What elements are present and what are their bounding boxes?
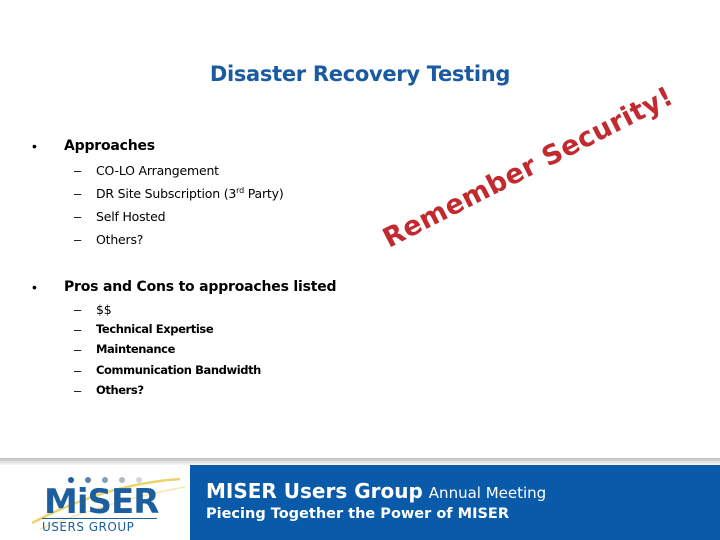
bullet-text: Pros and Cons to approaches listed [64,279,337,295]
subitem-text: Technical Expertise [96,322,214,336]
subitem-text-part: Party) [243,186,284,201]
footer-headline-row: MISER Users Group Annual Meeting [206,479,546,503]
dash-marker: – [74,209,82,224]
subitem-text: DR Site Subscription (3rd Party) [96,186,284,201]
footer-blue-band: MISER Users Group Annual Meeting Piecing … [190,465,720,540]
dash-marker: – [74,163,82,178]
superscript: rd [236,186,244,195]
logo-subtitle: USERS GROUP [42,520,135,534]
dash-marker: – [74,383,82,398]
subitem-text: Others? [96,232,144,247]
footer-headline-suffix: Annual Meeting [428,484,547,502]
logo-wordmark: MiSER [44,482,159,522]
slide: Disaster Recovery Testing • Approaches –… [0,0,720,540]
dash-marker: – [74,232,82,247]
slide-title: Disaster Recovery Testing [209,62,511,86]
subitem-text: Self Hosted [96,209,166,224]
dash-marker: – [74,342,82,357]
footer-tagline: Piecing Together the Power of MISER [206,506,509,522]
subitem-text: CO-LO Arrangement [96,163,219,178]
dash-marker: – [74,322,82,337]
subitem-text: Others? [96,383,144,397]
footer-banner: MiSER USERS GROUP MISER Users Group Annua… [0,465,720,540]
subitem-text: $$ [96,302,112,317]
dash-marker: – [74,363,82,378]
bullet-marker: • [32,138,37,154]
logo-divider [42,518,157,519]
dash-marker: – [74,302,82,317]
bullet-text: Approaches [64,138,155,154]
remember-security-watermark: Remember Security! [377,80,679,255]
subitem-text: Maintenance [96,342,175,356]
subitem-text-part: DR Site Subscription (3 [96,186,237,201]
bullet-marker: • [32,279,37,295]
miser-logo: MiSER USERS GROUP [30,473,190,535]
dash-marker: – [74,186,82,201]
subitem-text: Communication Bandwidth [96,363,261,377]
footer-headline: MISER Users Group [206,479,423,503]
